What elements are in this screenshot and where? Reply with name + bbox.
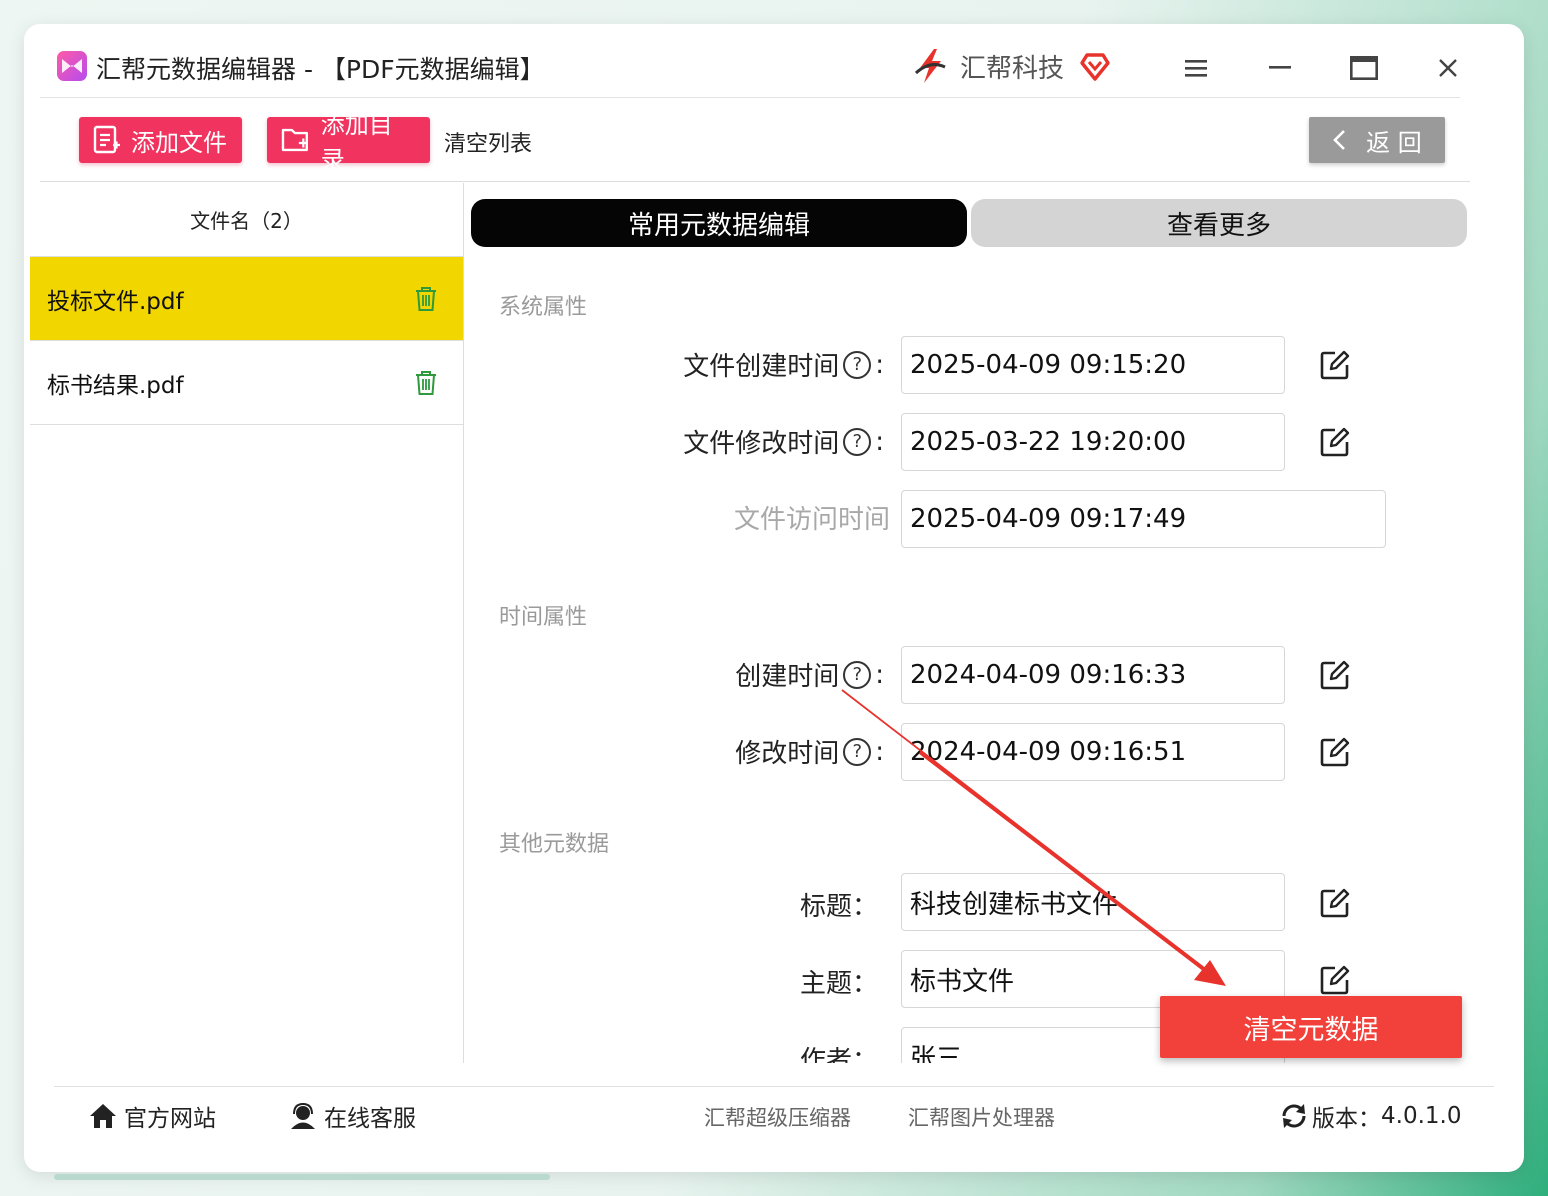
maximize-button[interactable] (1342, 48, 1386, 88)
file-created-label: 文件创建时间?: (683, 346, 884, 383)
section-system-props: 系统属性 (499, 295, 588, 320)
toolbar: 添加文件 添加目录 清空列表 返 回 (40, 100, 1470, 182)
chevron-left-icon (1333, 130, 1346, 150)
author-label: 作者： (799, 1046, 878, 1063)
help-icon[interactable]: ? (843, 737, 872, 766)
file-created-time-field[interactable]: 2025-04-09 09:15:20 (901, 336, 1285, 394)
edit-icon[interactable] (1319, 887, 1351, 919)
tab-view-more[interactable]: 查看更多 (971, 199, 1467, 247)
online-support-label: 在线客服 (324, 1106, 416, 1132)
file-row[interactable]: 投标文件.pdf (30, 257, 463, 341)
refresh-icon[interactable] (1280, 1102, 1308, 1130)
trash-icon[interactable] (413, 369, 439, 397)
brand-name: 汇帮科技 (960, 53, 1065, 84)
tab-common-metadata[interactable]: 常用元数据编辑 (471, 199, 967, 247)
section-other-meta: 其他元数据 (499, 832, 610, 857)
compressor-link[interactable]: 汇帮超级压缩器 (704, 1102, 851, 1132)
help-icon[interactable]: ? (843, 350, 872, 379)
trash-icon[interactable] (413, 285, 439, 313)
footer: 官方网站 在线客服 汇帮超级压缩器 汇帮图片处理器 版本： 4.0.1.0 (54, 1086, 1494, 1144)
official-website-link[interactable]: 官方网站 (88, 1099, 216, 1133)
clear-list-button[interactable]: 清空列表 (444, 126, 532, 158)
add-folder-label: 添加目录 (320, 111, 393, 174)
subject-label: 主题： (799, 969, 878, 999)
file-list-header: 文件名（2） (30, 183, 463, 257)
close-button[interactable] (1426, 48, 1470, 88)
minimize-icon (1269, 66, 1291, 69)
title-bar: 汇帮元数据编辑器 - 【PDF元数据编辑】 汇帮科技 (40, 40, 1460, 98)
back-button[interactable]: 返 回 (1309, 117, 1445, 163)
close-icon (1439, 59, 1457, 77)
brand-logo-icon (914, 49, 946, 83)
menu-button[interactable] (1174, 48, 1218, 88)
edit-icon[interactable] (1319, 964, 1351, 996)
back-label: 返 回 (1366, 128, 1422, 157)
add-file-icon (93, 125, 120, 154)
app-logo-icon (57, 51, 87, 81)
file-modified-label-text: 文件修改时间 (683, 429, 840, 459)
add-file-label: 添加文件 (131, 128, 227, 157)
file-created-label-text: 文件创建时间 (683, 352, 840, 382)
official-website-label: 官方网站 (124, 1106, 216, 1132)
edit-icon[interactable] (1319, 426, 1351, 458)
scrollbar-track[interactable] (54, 1174, 550, 1180)
section-time-props: 时间属性 (499, 605, 588, 630)
version-info: 版本： 4.0.1.0 (1280, 1099, 1461, 1133)
image-tool-link[interactable]: 汇帮图片处理器 (908, 1102, 1055, 1132)
file-accessed-label: 文件访问时间 (733, 505, 890, 535)
created-time-field[interactable]: 2024-04-09 09:16:33 (901, 646, 1285, 704)
home-icon (90, 1104, 116, 1128)
file-name: 投标文件.pdf (47, 288, 184, 315)
file-name: 标书结果.pdf (47, 372, 184, 399)
modified-time-label: 修改时间?: (735, 733, 884, 770)
edit-icon[interactable] (1319, 349, 1351, 381)
file-row[interactable]: 标书结果.pdf (30, 341, 463, 425)
help-icon[interactable]: ? (843, 660, 872, 689)
version-value: 4.0.1.0 (1381, 1103, 1462, 1129)
created-time-label-text: 创建时间 (735, 662, 840, 692)
title-field[interactable]: 科技创建标书文件 (901, 873, 1285, 931)
hamburger-icon (1185, 60, 1207, 77)
file-modified-time-field[interactable]: 2025-03-22 19:20:00 (901, 413, 1285, 471)
clear-metadata-button[interactable]: 清空元数据 (1160, 996, 1462, 1058)
maximize-icon (1350, 56, 1378, 80)
minimize-button[interactable] (1258, 48, 1302, 88)
created-time-label: 创建时间?: (735, 656, 884, 693)
title-label: 标题： (799, 892, 878, 922)
modified-time-field[interactable]: 2024-04-09 09:16:51 (901, 723, 1285, 781)
modified-time-label-text: 修改时间 (735, 739, 840, 769)
file-modified-label: 文件修改时间?: (683, 423, 884, 460)
file-list-panel: 文件名（2） 投标文件.pdf 标书结果.pdf (30, 183, 464, 1063)
file-accessed-time-field: 2025-04-09 09:17:49 (901, 490, 1386, 548)
support-agent-icon (291, 1102, 315, 1129)
add-file-button[interactable]: 添加文件 (79, 117, 242, 163)
version-label: 版本： (1312, 1106, 1381, 1132)
heart-badge-icon[interactable] (1078, 49, 1112, 83)
help-icon[interactable]: ? (843, 427, 872, 456)
add-folder-button[interactable]: 添加目录 (267, 111, 430, 174)
edit-icon[interactable] (1319, 659, 1351, 691)
edit-icon[interactable] (1319, 736, 1351, 768)
metadata-panel: 常用元数据编辑 查看更多 系统属性 文件创建时间?: 2025-04-09 09… (465, 183, 1470, 1063)
add-folder-icon (281, 128, 308, 152)
window-title: 汇帮元数据编辑器 - 【PDF元数据编辑】 (96, 55, 545, 84)
online-support-link[interactable]: 在线客服 (288, 1099, 416, 1133)
brand: 汇帮科技 (910, 46, 1112, 86)
